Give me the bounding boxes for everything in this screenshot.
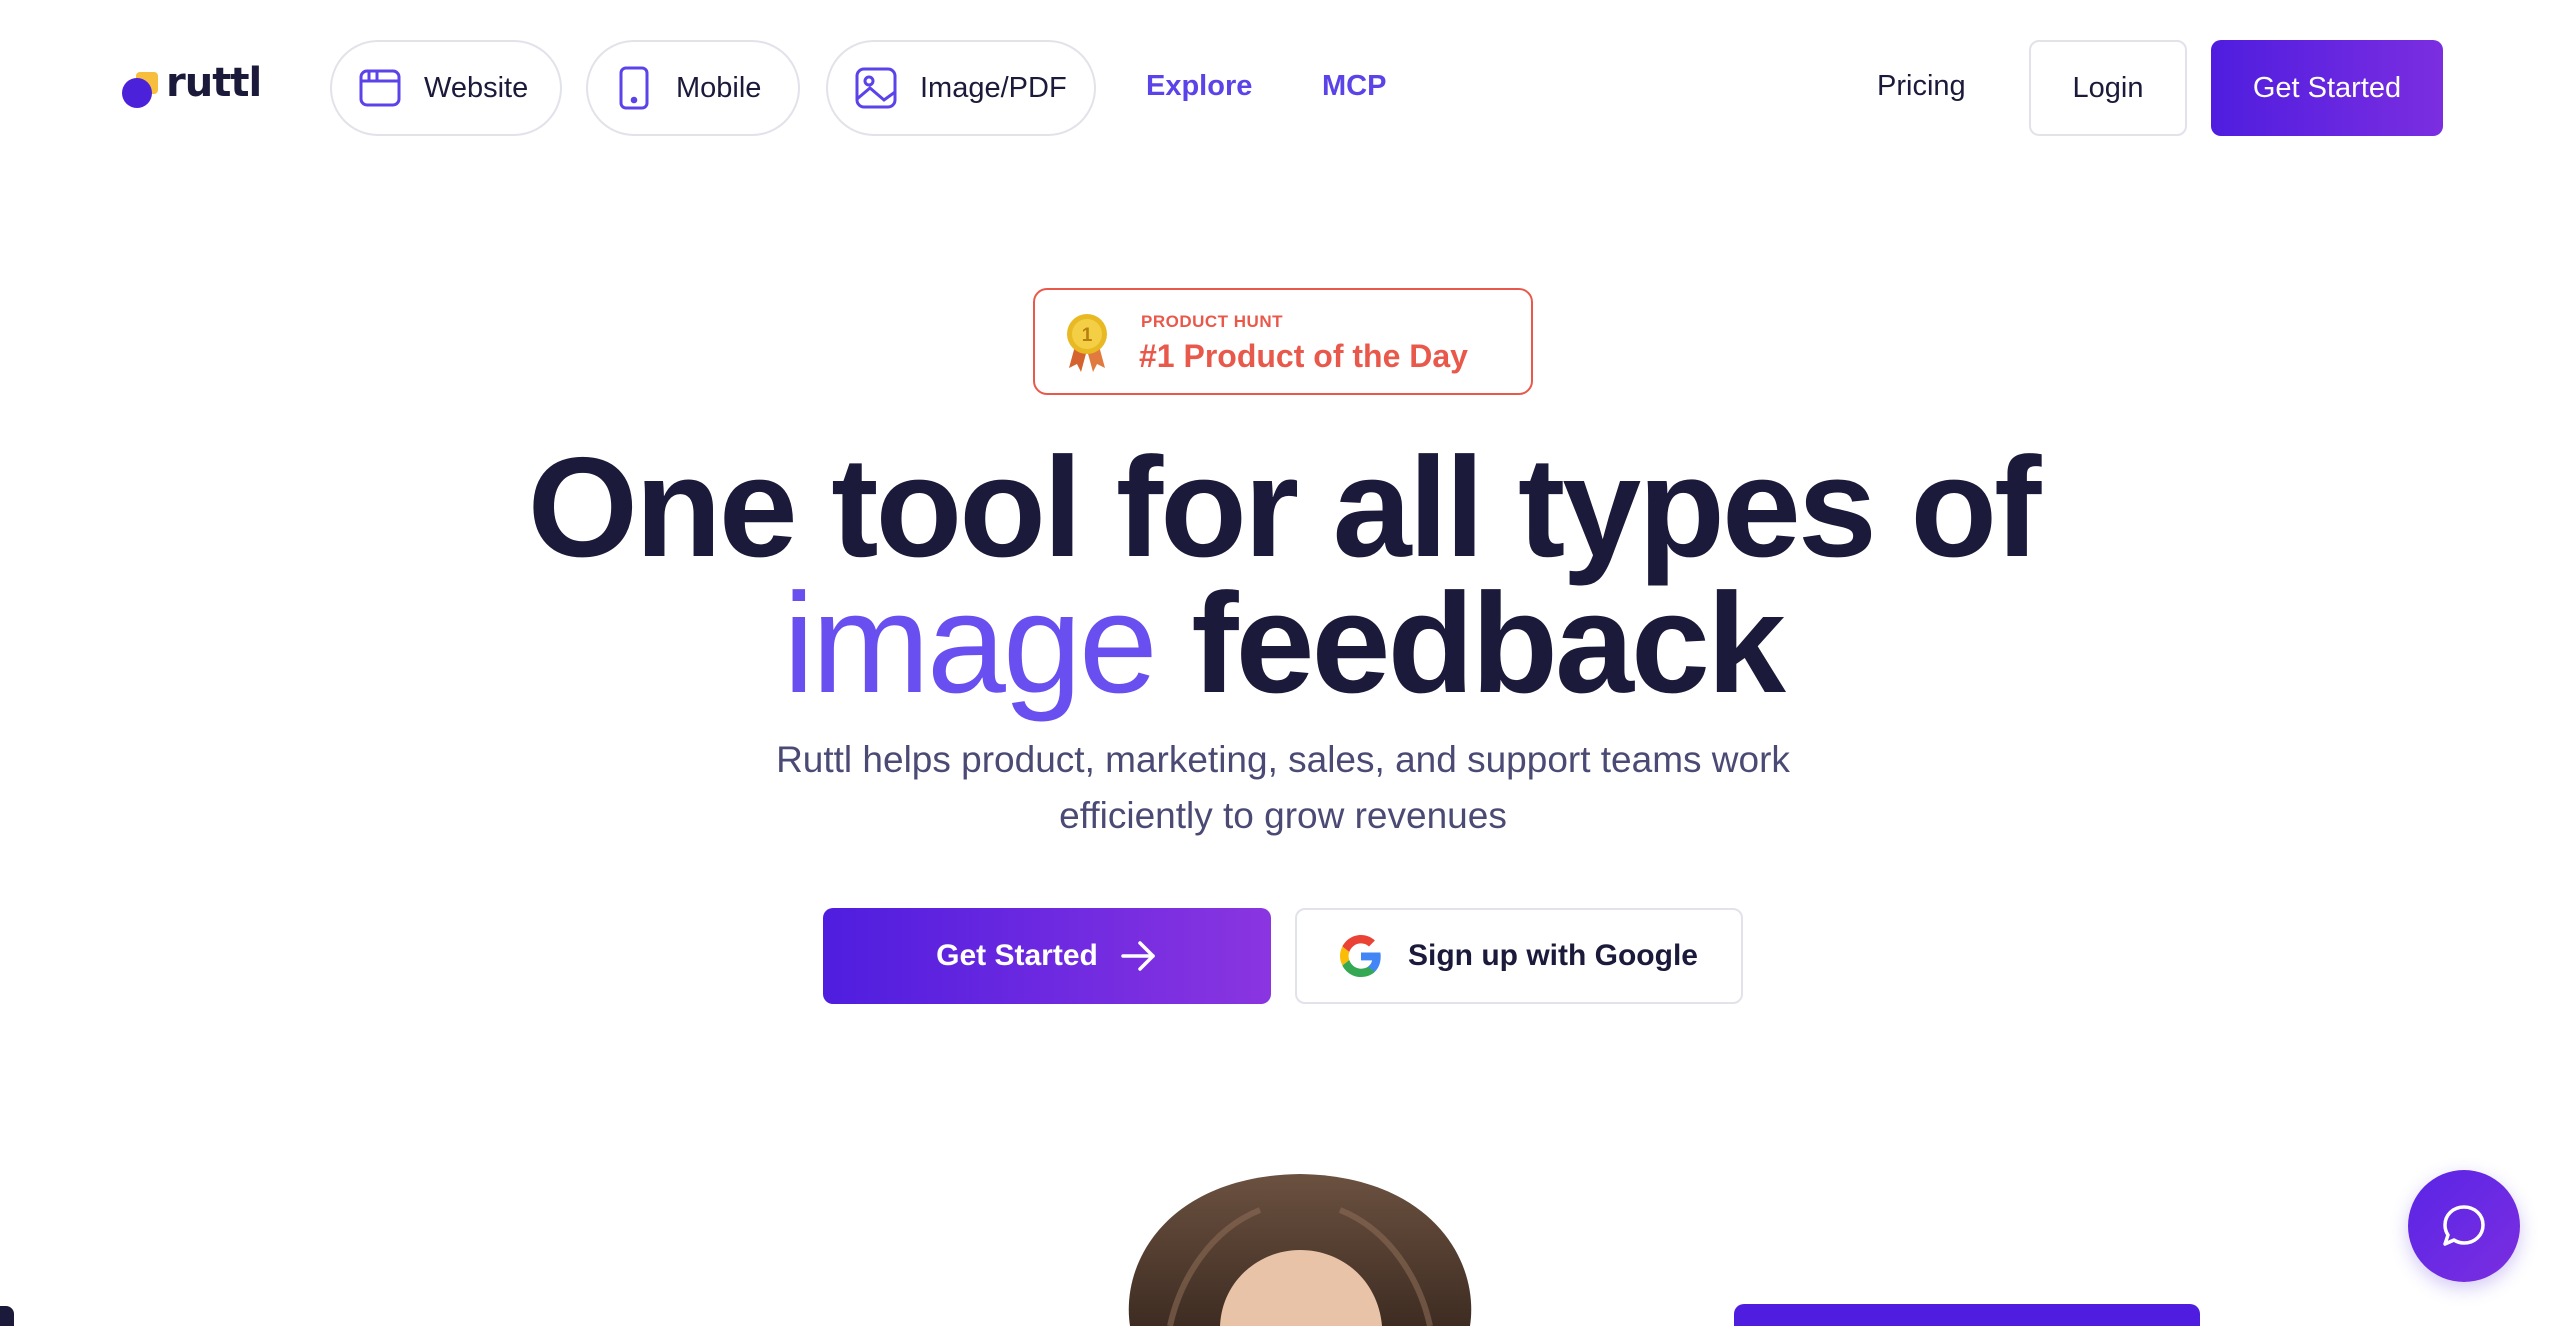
brand-name: ruttl (166, 60, 262, 106)
hero-headline-rest: feedback (1191, 564, 1786, 723)
hero-subtitle: Ruttl helps product, marketing, sales, a… (683, 732, 1883, 844)
hero-get-started-button[interactable]: Get Started (823, 908, 1271, 1004)
nav-pill-website[interactable]: Website (330, 40, 562, 136)
nav-link-pricing[interactable]: Pricing (1877, 70, 1966, 103)
nav-link-mcp[interactable]: MCP (1322, 70, 1386, 103)
hero-headline-line-1: One tool for all types of (527, 428, 2042, 587)
nav-get-started-button[interactable]: Get Started (2211, 40, 2443, 136)
sign-up-with-google-button[interactable]: Sign up with Google (1295, 908, 1743, 1004)
hero-accent-word: image (783, 564, 1158, 723)
badge-title: #1 Product of the Day (1139, 338, 1468, 374)
nav-pill-mobile[interactable]: Mobile (586, 40, 800, 136)
top-navigation: ruttl Website Mobile Image/PDF Explore M… (0, 0, 2566, 176)
login-button[interactable]: Login (2029, 40, 2187, 136)
product-hunt-badge[interactable]: 1 PRODUCT HUNT #1 Product of the Day (1033, 288, 1533, 395)
nav-link-explore[interactable]: Explore (1146, 70, 1252, 103)
cta-google-label: Sign up with Google (1408, 939, 1698, 972)
arrow-right-icon (1121, 941, 1155, 971)
google-logo-icon (1340, 935, 1381, 977)
browser-window-icon (359, 69, 401, 107)
nav-pill-image-pdf[interactable]: Image/PDF (826, 40, 1096, 136)
hero-preview-portrait-image (1128, 1174, 1472, 1326)
nav-pill-label: Image/PDF (920, 71, 1067, 104)
cta-primary-label: Get Started (936, 939, 1098, 972)
hero-subtitle-line-2: efficiently to grow revenues (1059, 795, 1507, 836)
mobile-phone-icon (619, 66, 649, 110)
ruttl-logo[interactable]: ruttl (122, 60, 272, 110)
medal-number: 1 (1082, 325, 1093, 346)
hero-subtitle-line-1: Ruttl helps product, marketing, sales, a… (776, 739, 1790, 780)
preview-card-edge (1734, 1304, 2200, 1326)
badge-kicker: PRODUCT HUNT (1141, 312, 1283, 331)
gold-medal-icon: 1 (1067, 314, 1107, 372)
logo-mark-icon (122, 62, 162, 110)
hero-headline-line-2: image feedback (0, 566, 2566, 722)
nav-pill-label: Mobile (676, 71, 762, 104)
preview-left-edge (0, 1306, 14, 1326)
image-icon (855, 67, 897, 109)
chat-launcher-button[interactable] (2408, 1170, 2520, 1282)
nav-pill-label: Website (424, 71, 529, 104)
chat-bubble-icon (2443, 1205, 2485, 1246)
